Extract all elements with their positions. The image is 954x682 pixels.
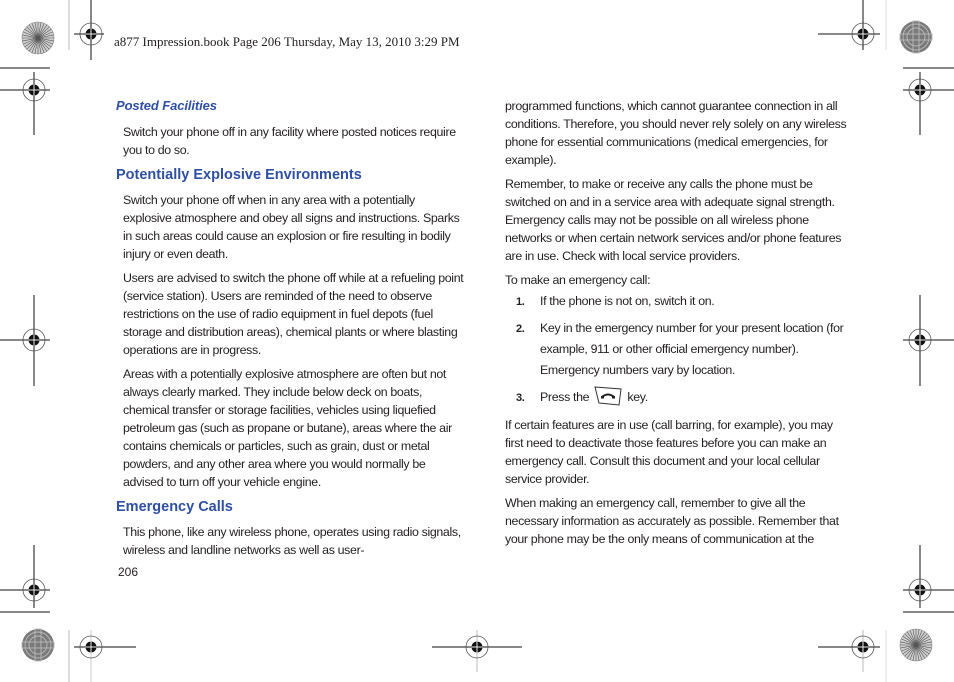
step-item: 3. Press the key. [505, 386, 850, 408]
step-number: 2. [516, 323, 525, 335]
paragraph: This phone, like any wireless phone, ope… [123, 525, 461, 557]
send-key-icon [594, 386, 622, 406]
step-item: 2. Key in the emergency number for your … [505, 320, 850, 381]
heading-potentially-explosive-environments: Potentially Explosive Environments [116, 167, 362, 183]
heading-posted-facilities: Posted Facilities [116, 98, 217, 113]
step-item: 1. If the phone is not on, switch it on. [505, 293, 850, 312]
paragraph: programmed functions, which cannot guara… [505, 99, 847, 167]
paragraph: When making an emergency call, remember … [505, 496, 839, 546]
step-number: 1. [516, 296, 525, 308]
step-text-after: key. [627, 390, 648, 404]
paragraph: Switch your phone off when in any area w… [123, 193, 460, 261]
section-explosive-environments: Potentially Explosive Environments Switc… [116, 165, 466, 491]
step-text-before: Press the [540, 390, 590, 404]
paragraph: Switch your phone off in any facility wh… [123, 125, 456, 157]
paragraph: Areas with a potentially explosive atmos… [123, 367, 452, 489]
paragraph: If certain features are in use (call bar… [505, 418, 833, 486]
step-text: Press the key. [540, 386, 850, 408]
print-slug-header: a877 Impression.book Page 206 Thursday, … [114, 34, 460, 49]
steps-intro: To make an emergency call: [505, 273, 651, 287]
heading-emergency-calls: Emergency Calls [116, 499, 233, 515]
step-text: Key in the emergency number for your pre… [540, 321, 844, 377]
left-column: Posted Facilities Switch your phone off … [116, 97, 466, 565]
step-text: If the phone is not on, switch it on. [540, 294, 715, 308]
paragraph: Remember, to make or receive any calls t… [505, 177, 842, 263]
section-posted-facilities: Posted Facilities Switch your phone off … [116, 97, 466, 159]
emergency-call-steps: 1. If the phone is not on, switch it on.… [505, 293, 850, 408]
starburst-mark-top-left [21, 21, 55, 55]
section-emergency-calls: Emergency Calls This phone, like any wir… [116, 497, 466, 559]
page-number: 206 [118, 565, 139, 579]
step-number: 3. [516, 392, 525, 404]
right-column: programmed functions, which cannot guara… [505, 97, 850, 554]
paragraph: Users are advised to switch the phone of… [123, 271, 464, 357]
